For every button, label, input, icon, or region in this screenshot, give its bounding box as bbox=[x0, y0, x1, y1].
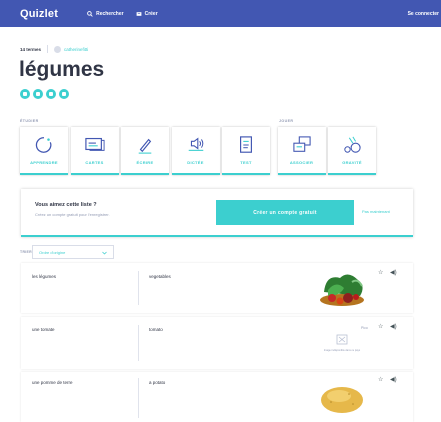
sort-label: TRIER bbox=[20, 250, 32, 254]
divider bbox=[138, 271, 139, 305]
audio-icon[interactable]: ◀) bbox=[390, 376, 397, 383]
vegetables-image bbox=[318, 270, 366, 313]
mode-learn[interactable]: APPRENDRE bbox=[20, 127, 68, 175]
create-icon bbox=[136, 11, 141, 16]
mode-gravity[interactable]: GRAVITÉ bbox=[328, 127, 376, 175]
definition-text: a potato bbox=[149, 380, 166, 385]
mode-test[interactable]: TEST bbox=[222, 127, 270, 175]
study-section-label: ÉTUDIER bbox=[20, 119, 39, 123]
learn-icon bbox=[35, 137, 52, 153]
signin-link[interactable]: Se connecter bbox=[408, 11, 439, 17]
write-icon bbox=[138, 138, 152, 154]
divider bbox=[138, 325, 139, 361]
more-icon[interactable] bbox=[59, 89, 69, 99]
mode-spell[interactable]: DICTÉE bbox=[171, 127, 220, 175]
term-card: une tomate tomato Pico Image indisponibl… bbox=[21, 317, 413, 369]
match-icon bbox=[292, 136, 311, 152]
search-label: Rechercher bbox=[96, 10, 124, 17]
definition-text: tomato bbox=[149, 327, 163, 332]
image-credit: Pico bbox=[361, 326, 368, 330]
star-icon[interactable]: ☆ bbox=[378, 323, 383, 330]
mode-label: ÉCRIRE bbox=[136, 160, 154, 165]
chevron-down-icon bbox=[102, 251, 107, 255]
term-text: une tomate bbox=[32, 327, 55, 332]
image-unavailable-icon bbox=[336, 334, 348, 345]
test-icon bbox=[240, 136, 252, 153]
mode-match[interactable]: ASSOCIER bbox=[277, 127, 326, 175]
term-card: une pomme de terre a potato ☆ ◀) bbox=[21, 372, 413, 422]
divider bbox=[47, 45, 49, 53]
no-image-placeholder: Image indisponible dans ce pays bbox=[319, 334, 365, 352]
gravity-icon bbox=[344, 136, 361, 153]
mode-label: APPRENDRE bbox=[30, 160, 58, 165]
mode-write[interactable]: ÉCRIRE bbox=[121, 127, 169, 175]
mode-label: ASSOCIER bbox=[289, 160, 314, 165]
info-icon[interactable] bbox=[46, 89, 56, 99]
share-icon[interactable] bbox=[33, 89, 43, 99]
avatar bbox=[54, 45, 62, 53]
signup-promo: Vous aimez cette liste ? Créez un compte… bbox=[21, 189, 413, 237]
spell-icon bbox=[188, 137, 203, 151]
definition-text: vegetables bbox=[149, 274, 171, 279]
create-button[interactable]: Créer bbox=[136, 11, 158, 17]
flashcards-icon bbox=[84, 137, 105, 151]
star-icon[interactable]: ☆ bbox=[378, 376, 383, 383]
study-modes: APPRENDRE CARTES ÉCRIRE DICTÉE TEST ASSO… bbox=[20, 127, 379, 175]
set-actions bbox=[20, 89, 72, 99]
add-icon[interactable] bbox=[20, 89, 30, 99]
author-link[interactable]: catherinefitti bbox=[64, 47, 88, 52]
mode-label: CARTES bbox=[85, 160, 104, 165]
mode-label: GRAVITÉ bbox=[342, 160, 362, 165]
search-button[interactable]: Rechercher bbox=[87, 11, 124, 17]
sort-select[interactable]: Ordre d'origine bbox=[32, 245, 114, 259]
term-count: 14 termes bbox=[20, 46, 42, 52]
play-section-label: JOUER bbox=[279, 119, 294, 123]
term-text: une pomme de terre bbox=[32, 380, 73, 385]
mode-label: DICTÉE bbox=[187, 160, 204, 165]
search-icon bbox=[87, 10, 93, 17]
quizlet-logo[interactable]: Quizlet bbox=[20, 8, 58, 20]
create-account-button[interactable]: Créer un compte gratuit bbox=[216, 200, 354, 225]
page-title: légumes bbox=[19, 58, 105, 81]
promo-title: Vous aimez cette liste ? bbox=[35, 202, 97, 208]
star-icon[interactable]: ☆ bbox=[378, 269, 383, 276]
promo-subtitle: Créez un compte gratuit pour l'enregistr… bbox=[35, 212, 110, 217]
mode-label: TEST bbox=[240, 160, 252, 165]
potato-image bbox=[319, 384, 365, 419]
set-meta: 14 termes catherinefitti bbox=[20, 45, 88, 53]
audio-icon[interactable]: ◀) bbox=[390, 323, 397, 330]
not-now-link[interactable]: Pas maintenant bbox=[362, 209, 390, 214]
create-label: Créer bbox=[144, 10, 158, 17]
term-card: les légumes vegetables ☆ ◀) bbox=[21, 263, 413, 313]
sort-selected: Ordre d'origine bbox=[39, 249, 66, 255]
divider bbox=[138, 378, 139, 418]
mode-flashcards[interactable]: CARTES bbox=[70, 127, 119, 175]
term-text: les légumes bbox=[32, 274, 57, 279]
audio-icon[interactable]: ◀) bbox=[390, 269, 397, 276]
top-nav: Quizlet Rechercher Créer Se connecter bbox=[0, 0, 441, 27]
image-caption: Image indisponible dans ce pays bbox=[323, 349, 361, 352]
